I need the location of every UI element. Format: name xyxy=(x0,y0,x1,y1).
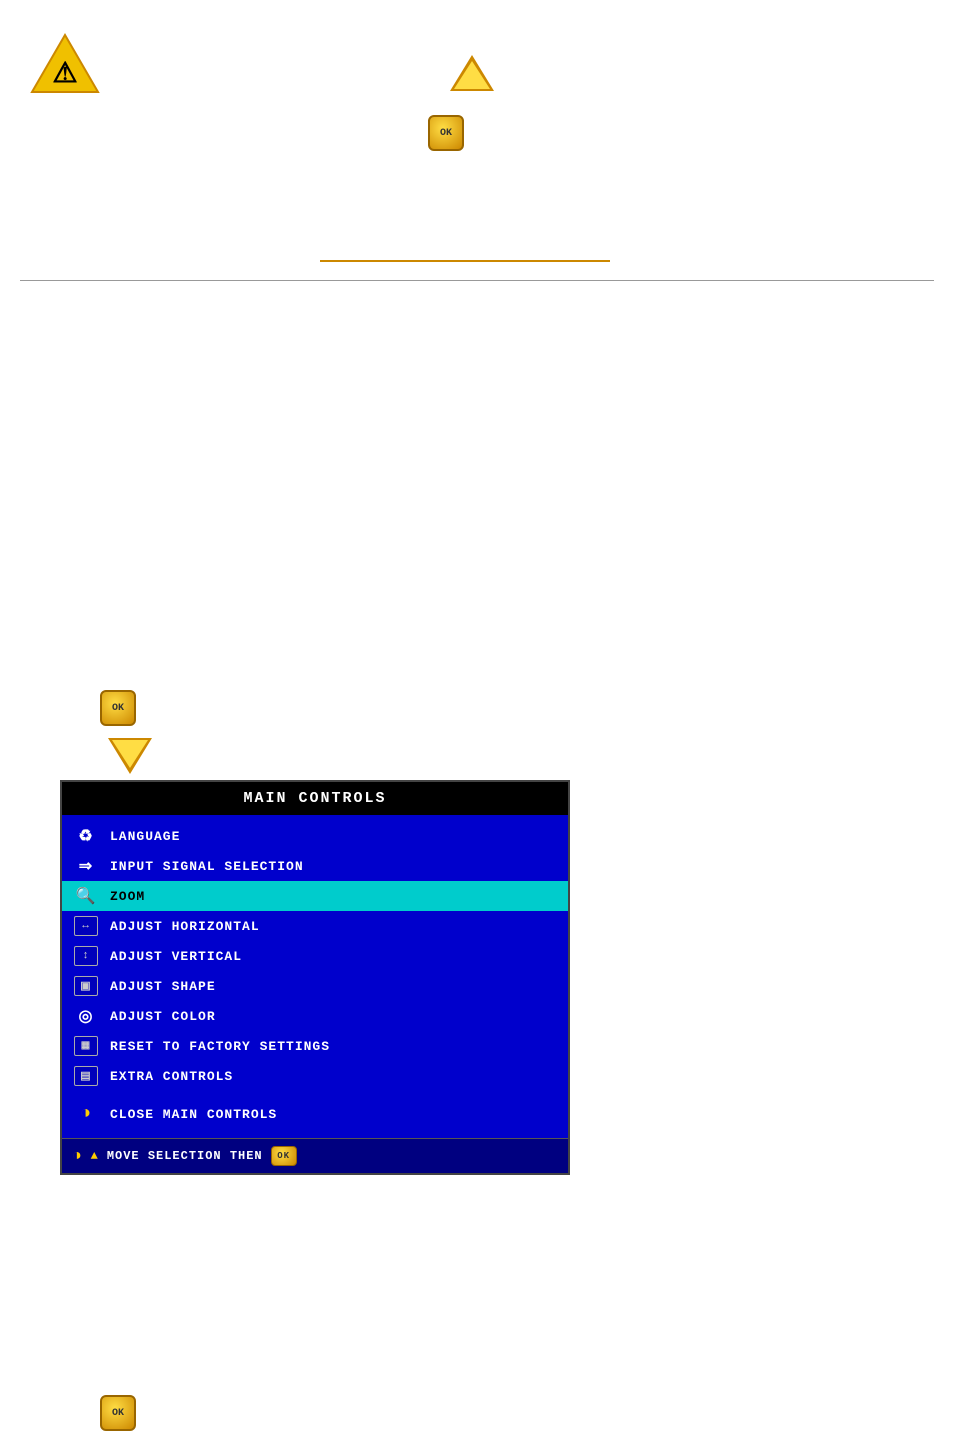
horiz-icon: ↔ xyxy=(72,916,100,936)
reset-icon: ▦ xyxy=(72,1036,100,1056)
close-icon: ◑ xyxy=(72,1104,100,1124)
osd-item-reset-factory[interactable]: ▦ RESET TO FACTORY SETTINGS xyxy=(62,1031,568,1061)
osd-item-extra-label: EXTRA CONTROLS xyxy=(110,1069,233,1084)
warning-triangle-icon: ⚠ xyxy=(30,30,100,100)
osd-item-extra-controls[interactable]: ▤ EXTRA CONTROLS xyxy=(62,1061,568,1091)
zoom-icon: 🔍 xyxy=(72,886,100,906)
input-icon: ⇒ xyxy=(72,856,100,876)
down-arrow-button[interactable] xyxy=(108,738,152,777)
ok-badge-icon: OK xyxy=(271,1146,297,1166)
osd-item-horiz-label: ADJUST HORIZONTAL xyxy=(110,919,260,934)
up-arrow-button[interactable] xyxy=(450,55,494,94)
osd-item-vert-label: ADJUST VERTICAL xyxy=(110,949,242,964)
osd-main-controls-menu: MAIN CONTROLS ♻ LANGUAGE ⇒ INPUT SIGNAL … xyxy=(60,780,570,1175)
osd-footer-label: MOVE SELECTION THEN xyxy=(107,1149,263,1163)
osd-item-zoom[interactable]: 🔍 ZOOM xyxy=(62,881,568,911)
osd-items-list: ♻ LANGUAGE ⇒ INPUT SIGNAL SELECTION 🔍 ZO… xyxy=(62,815,568,1138)
ok-button-bottom[interactable]: OK xyxy=(100,1395,136,1431)
osd-item-adjust-vert[interactable]: ↕ ADJUST VERTICAL xyxy=(62,941,568,971)
color-icon: ◎ xyxy=(72,1006,100,1026)
ok-button-top[interactable]: OK xyxy=(428,115,464,151)
osd-item-zoom-label: ZOOM xyxy=(110,889,145,904)
section-divider xyxy=(20,280,934,281)
osd-close-button[interactable]: ◑ CLOSE MAIN CONTROLS xyxy=(62,1099,568,1132)
lang-icon: ♻ xyxy=(72,826,100,846)
osd-item-adjust-horiz[interactable]: ↔ ADJUST HORIZONTAL xyxy=(62,911,568,941)
osd-separator xyxy=(62,1091,568,1099)
shape-icon: ▣ xyxy=(72,976,100,996)
svg-text:⚠: ⚠ xyxy=(52,57,77,88)
ok-button-mid[interactable]: OK xyxy=(100,690,136,726)
osd-title: MAIN CONTROLS xyxy=(62,782,568,815)
osd-item-input-label: INPUT SIGNAL SELECTION xyxy=(110,859,304,874)
osd-item-language-label: LANGUAGE xyxy=(110,829,180,844)
orange-underline-decoration xyxy=(320,260,610,262)
move-icon-1: ◑ xyxy=(72,1147,83,1165)
extra-icon: ▤ xyxy=(72,1066,100,1086)
bottom-section: OK MAIN CONTROLS ♻ LANGUAGE ⇒ INPUT SIGN… xyxy=(0,320,954,360)
osd-footer: ◑ ▲ MOVE SELECTION THEN OK xyxy=(62,1138,568,1173)
osd-item-language[interactable]: ♻ LANGUAGE xyxy=(62,821,568,851)
osd-item-shape-label: ADJUST SHAPE xyxy=(110,979,216,994)
move-icon-2: ▲ xyxy=(91,1149,99,1163)
osd-close-label: CLOSE MAIN CONTROLS xyxy=(110,1107,277,1122)
osd-item-color-label: ADJUST COLOR xyxy=(110,1009,216,1024)
osd-item-reset-label: RESET TO FACTORY SETTINGS xyxy=(110,1039,330,1054)
vert-icon: ↕ xyxy=(72,946,100,966)
osd-item-adjust-shape[interactable]: ▣ ADJUST SHAPE xyxy=(62,971,568,1001)
osd-item-adjust-color[interactable]: ◎ ADJUST COLOR xyxy=(62,1001,568,1031)
osd-item-input-signal[interactable]: ⇒ INPUT SIGNAL SELECTION xyxy=(62,851,568,881)
